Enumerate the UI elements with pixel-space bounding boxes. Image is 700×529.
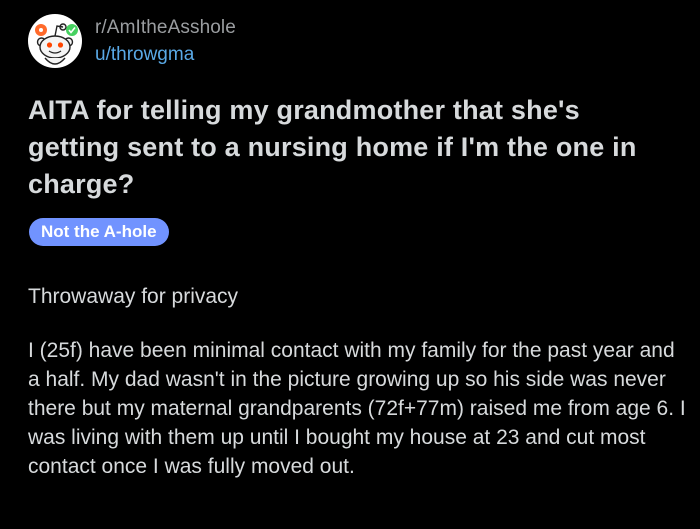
post-meta: r/AmItheAsshole u/throwgma <box>95 16 236 67</box>
post-title[interactable]: AITA for telling my grandmother that she… <box>28 92 678 203</box>
username-link[interactable]: u/throwgma <box>95 43 236 67</box>
post-body-paragraph: Throwaway for privacy <box>28 285 239 308</box>
post-body: Throwaway for privacy I (25f) have been … <box>28 282 688 481</box>
reddit-snoo-avatar-icon[interactable] <box>28 14 82 68</box>
post-flair-badge[interactable]: Not the A-hole <box>29 218 169 246</box>
post-body-paragraph: I (25f) have been minimal contact with m… <box>28 339 686 478</box>
post-header: r/AmItheAsshole u/throwgma <box>28 14 236 68</box>
subreddit-link[interactable]: r/AmItheAsshole <box>95 16 236 40</box>
